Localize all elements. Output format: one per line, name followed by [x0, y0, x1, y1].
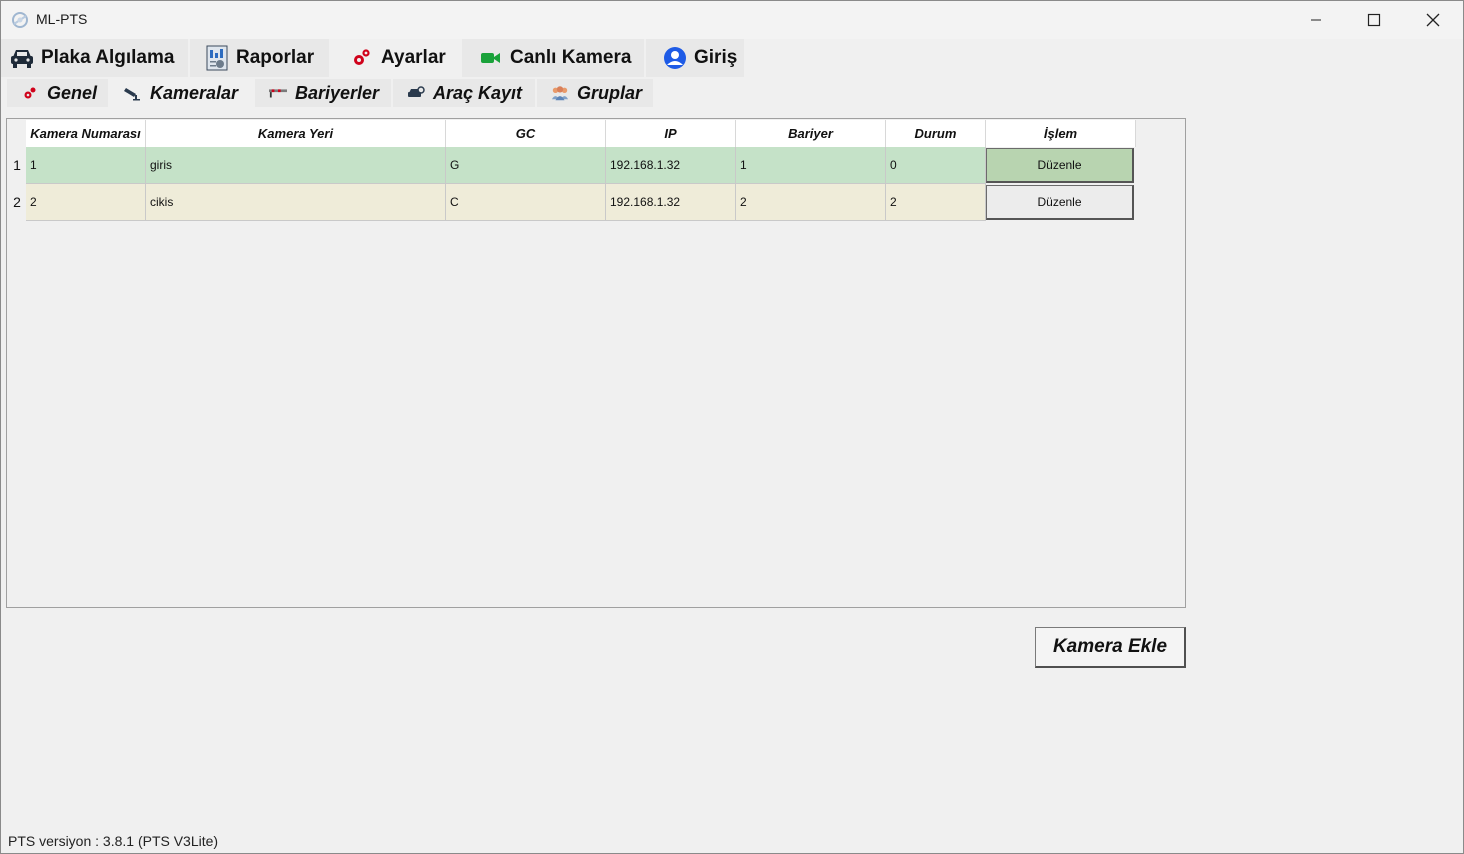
subtab-label: Genel [47, 82, 98, 103]
subtab-gruplar[interactable]: Gruplar [537, 79, 653, 107]
cell-durum[interactable]: 2 [886, 184, 986, 221]
tab-label: Plaka Algılama [41, 47, 175, 68]
window-title: ML-PTS [36, 11, 88, 27]
subtab-bariyerler[interactable]: Bariyerler [255, 79, 391, 107]
column-header-ip[interactable]: IP [606, 120, 736, 147]
minimize-button[interactable] [1287, 1, 1345, 39]
tab-canli-kamera[interactable]: Canlı Kamera [462, 39, 644, 77]
table-row[interactable]: 1 giris G 192.168.1.32 1 0 Düzenle [26, 147, 1136, 184]
column-header-kamera-yeri[interactable]: Kamera Yeri [146, 120, 446, 147]
camera-table: Kamera Numarası Kamera Yeri GC IP Bariye… [6, 118, 1186, 608]
settings-sub-tab-bar: Genel Kameralar Bariyerler Araç Kayıt Gr… [1, 79, 1463, 109]
cell-islem: Düzenle [986, 147, 1136, 184]
cell-ip[interactable]: 192.168.1.32 [606, 147, 736, 184]
column-header-kamera-numarasi[interactable]: Kamera Numarası [26, 120, 146, 147]
user-icon [662, 45, 688, 71]
car-icon [9, 45, 35, 71]
cell-kamera-yeri[interactable]: giris [146, 147, 446, 184]
subtab-genel[interactable]: Genel [7, 79, 108, 107]
maximize-button[interactable] [1345, 1, 1403, 39]
cell-gc[interactable]: G [446, 147, 606, 184]
tab-raporlar[interactable]: Raporlar [190, 39, 329, 77]
cell-kamera-numarasi[interactable]: 2 [26, 184, 146, 221]
table-row[interactable]: 2 cikis C 192.168.1.32 2 2 Düzenle [26, 184, 1136, 221]
cell-kamera-numarasi[interactable]: 1 [26, 147, 146, 184]
column-header-gc[interactable]: GC [446, 120, 606, 147]
edit-button[interactable]: Düzenle [986, 185, 1134, 220]
maximize-icon [1367, 13, 1381, 27]
column-header-islem[interactable]: İşlem [986, 120, 1136, 147]
main-tab-bar: Plaka Algılama Raporlar Ayarlar Canlı Ka… [1, 39, 1463, 77]
app-logo-icon [12, 12, 28, 28]
cell-islem: Düzenle [986, 184, 1136, 221]
tab-ayarlar[interactable]: Ayarlar [331, 39, 460, 77]
cell-kamera-yeri[interactable]: cikis [146, 184, 446, 221]
version-status-text: PTS versiyon : 3.8.1 (PTS V3Lite) [8, 833, 219, 849]
video-camera-icon [478, 45, 504, 71]
title-bar: ML-PTS [1, 1, 1463, 39]
column-header-durum[interactable]: Durum [886, 120, 986, 147]
row-header[interactable]: 2 [8, 184, 26, 220]
add-camera-button[interactable]: Kamera Ekle [1035, 627, 1186, 668]
tab-giris[interactable]: Giriş [646, 39, 744, 77]
close-button[interactable] [1404, 1, 1462, 39]
barrier-icon [269, 84, 287, 102]
car-key-icon [407, 84, 425, 102]
subtab-label: Araç Kayıt [433, 82, 523, 103]
app-window: ML-PTS Plaka Algılama Raporlar Ayarlar C… [0, 0, 1464, 854]
tab-label: Canlı Kamera [510, 47, 632, 68]
group-icon [551, 84, 569, 102]
gears-icon [21, 84, 39, 102]
cell-durum[interactable]: 0 [886, 147, 986, 184]
tab-label: Raporlar [236, 47, 315, 68]
subtab-arac-kayit[interactable]: Araç Kayıt [393, 79, 535, 107]
cell-gc[interactable]: C [446, 184, 606, 221]
cell-bariyer[interactable]: 2 [736, 184, 886, 221]
gears-icon [349, 45, 375, 71]
row-header[interactable]: 1 [8, 147, 26, 183]
tab-plaka-algilama[interactable]: Plaka Algılama [1, 39, 188, 77]
edit-button[interactable]: Düzenle [986, 148, 1134, 183]
subtab-label: Kameralar [150, 82, 239, 103]
table-header: Kamera Numarası Kamera Yeri GC IP Bariye… [26, 120, 1136, 147]
subtab-label: Bariyerler [295, 82, 380, 103]
cell-ip[interactable]: 192.168.1.32 [606, 184, 736, 221]
subtab-kameralar[interactable]: Kameralar [110, 79, 253, 107]
tab-label: Giriş [694, 47, 738, 68]
report-icon [204, 45, 230, 71]
minimize-icon [1311, 19, 1321, 21]
subtab-label: Gruplar [577, 82, 643, 103]
column-header-bariyer[interactable]: Bariyer [736, 120, 886, 147]
tab-label: Ayarlar [381, 47, 446, 68]
security-camera-icon [124, 84, 142, 102]
close-icon [1426, 13, 1440, 27]
cell-bariyer[interactable]: 1 [736, 147, 886, 184]
